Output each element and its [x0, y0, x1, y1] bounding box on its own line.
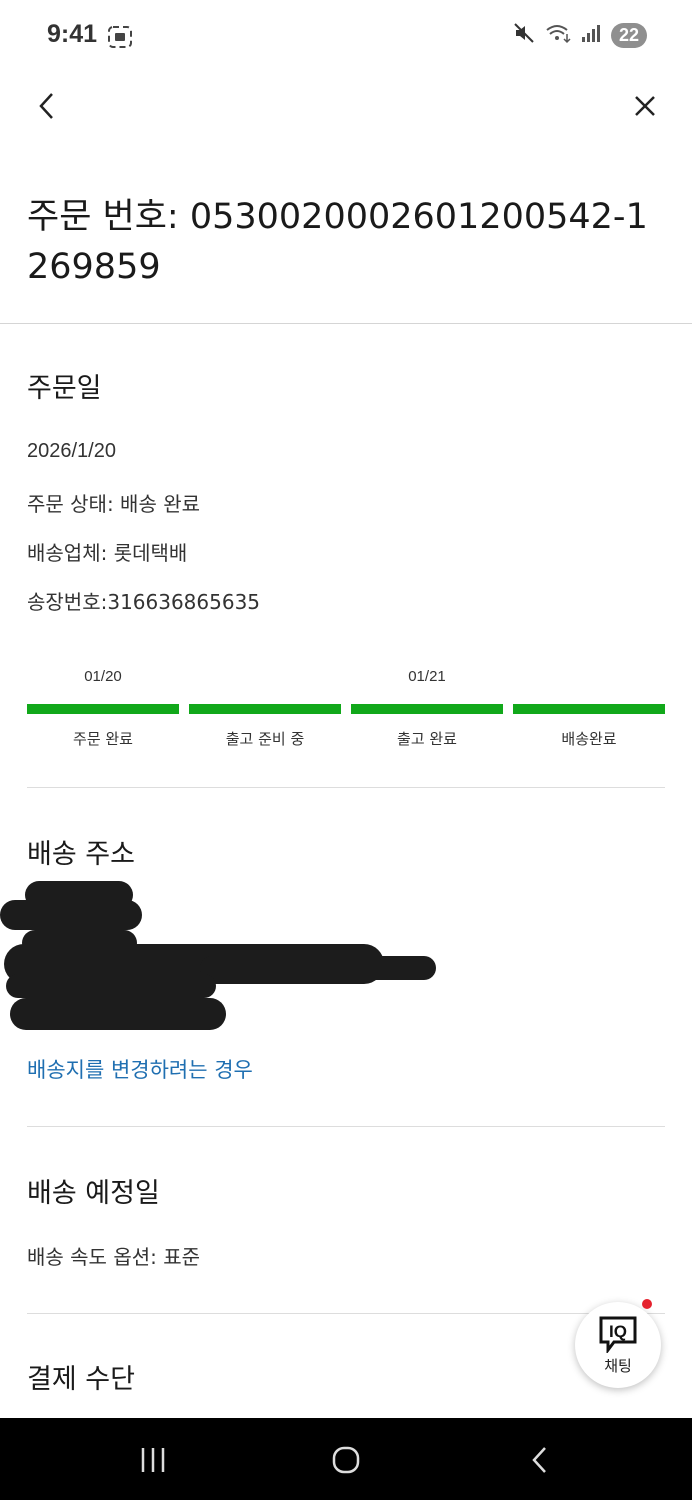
notification-dot: [642, 1299, 652, 1309]
step-date: 01/21: [408, 668, 446, 685]
step-label: 배송완료: [561, 730, 617, 748]
status-icons: 22: [513, 22, 647, 48]
screen-record-icon: [108, 26, 132, 52]
step-bar: [513, 704, 665, 714]
chat-logo-text: IQ: [609, 1322, 627, 1341]
progress-step-preparing: 출고 준비 중: [189, 668, 341, 749]
chat-label: 채팅: [604, 1356, 632, 1375]
chat-button[interactable]: IQ 채팅: [575, 1302, 661, 1388]
close-icon: [635, 96, 655, 116]
chat-bubble-icon: IQ: [599, 1316, 637, 1353]
recent-apps-icon: [141, 1448, 165, 1472]
shipping-address-heading: 배송 주소: [27, 839, 135, 870]
order-date-heading: 주문일: [27, 373, 102, 404]
progress-step-ordered: 01/20 주문 완료: [27, 668, 179, 749]
status-time: 9:41: [47, 20, 98, 48]
section-divider: [27, 787, 665, 788]
payment-method-heading: 결제 수단: [27, 1364, 135, 1395]
header-divider: [0, 323, 692, 324]
back-button[interactable]: [27, 86, 67, 126]
close-button[interactable]: [625, 86, 665, 126]
signal-icon: [581, 23, 601, 47]
tracking-number-text[interactable]: 송장번호:316636865635: [27, 586, 260, 615]
shipping-progress-tracker: 01/20 주문 완료 출고 준비 중 01/21 출고 완료 배송완료: [27, 668, 665, 749]
home-button[interactable]: [316, 1440, 376, 1480]
step-bar: [351, 704, 503, 714]
battery-badge: 22: [610, 22, 647, 48]
step-bar: [189, 704, 341, 714]
wifi-icon: [545, 22, 571, 48]
step-date: 01/20: [84, 668, 122, 685]
delivery-estimate-heading: 배송 예정일: [27, 1178, 160, 1209]
carrier-text: 배송업체: 롯데택배: [27, 541, 188, 565]
change-address-link[interactable]: 배송지를 변경하려는 경우: [27, 1054, 253, 1084]
back-arrow-icon: [532, 1447, 546, 1473]
order-date-value: 2026/1/20: [27, 440, 116, 462]
mute-icon: [513, 22, 535, 48]
order-status-text: 주문 상태: 배송 완료: [27, 492, 201, 516]
step-bar: [27, 704, 179, 714]
step-label: 출고 준비 중: [225, 730, 305, 748]
home-icon: [332, 1446, 360, 1474]
progress-step-delivered: 배송완료: [513, 668, 665, 749]
chevron-left-icon: [39, 93, 53, 119]
redacted-address: [0, 878, 440, 1038]
progress-step-shipped: 01/21 출고 완료: [351, 668, 503, 749]
recent-apps-button[interactable]: [123, 1440, 183, 1480]
system-back-button[interactable]: [510, 1440, 570, 1480]
step-label: 출고 완료: [397, 730, 457, 748]
delivery-speed-text: 배송 속도 옵션: 표준: [27, 1245, 201, 1269]
section-divider: [27, 1313, 665, 1314]
order-number-title: 주문 번호: 0530020002601200542-1269859: [27, 197, 648, 287]
section-divider: [27, 1126, 665, 1127]
step-label: 주문 완료: [73, 730, 133, 748]
